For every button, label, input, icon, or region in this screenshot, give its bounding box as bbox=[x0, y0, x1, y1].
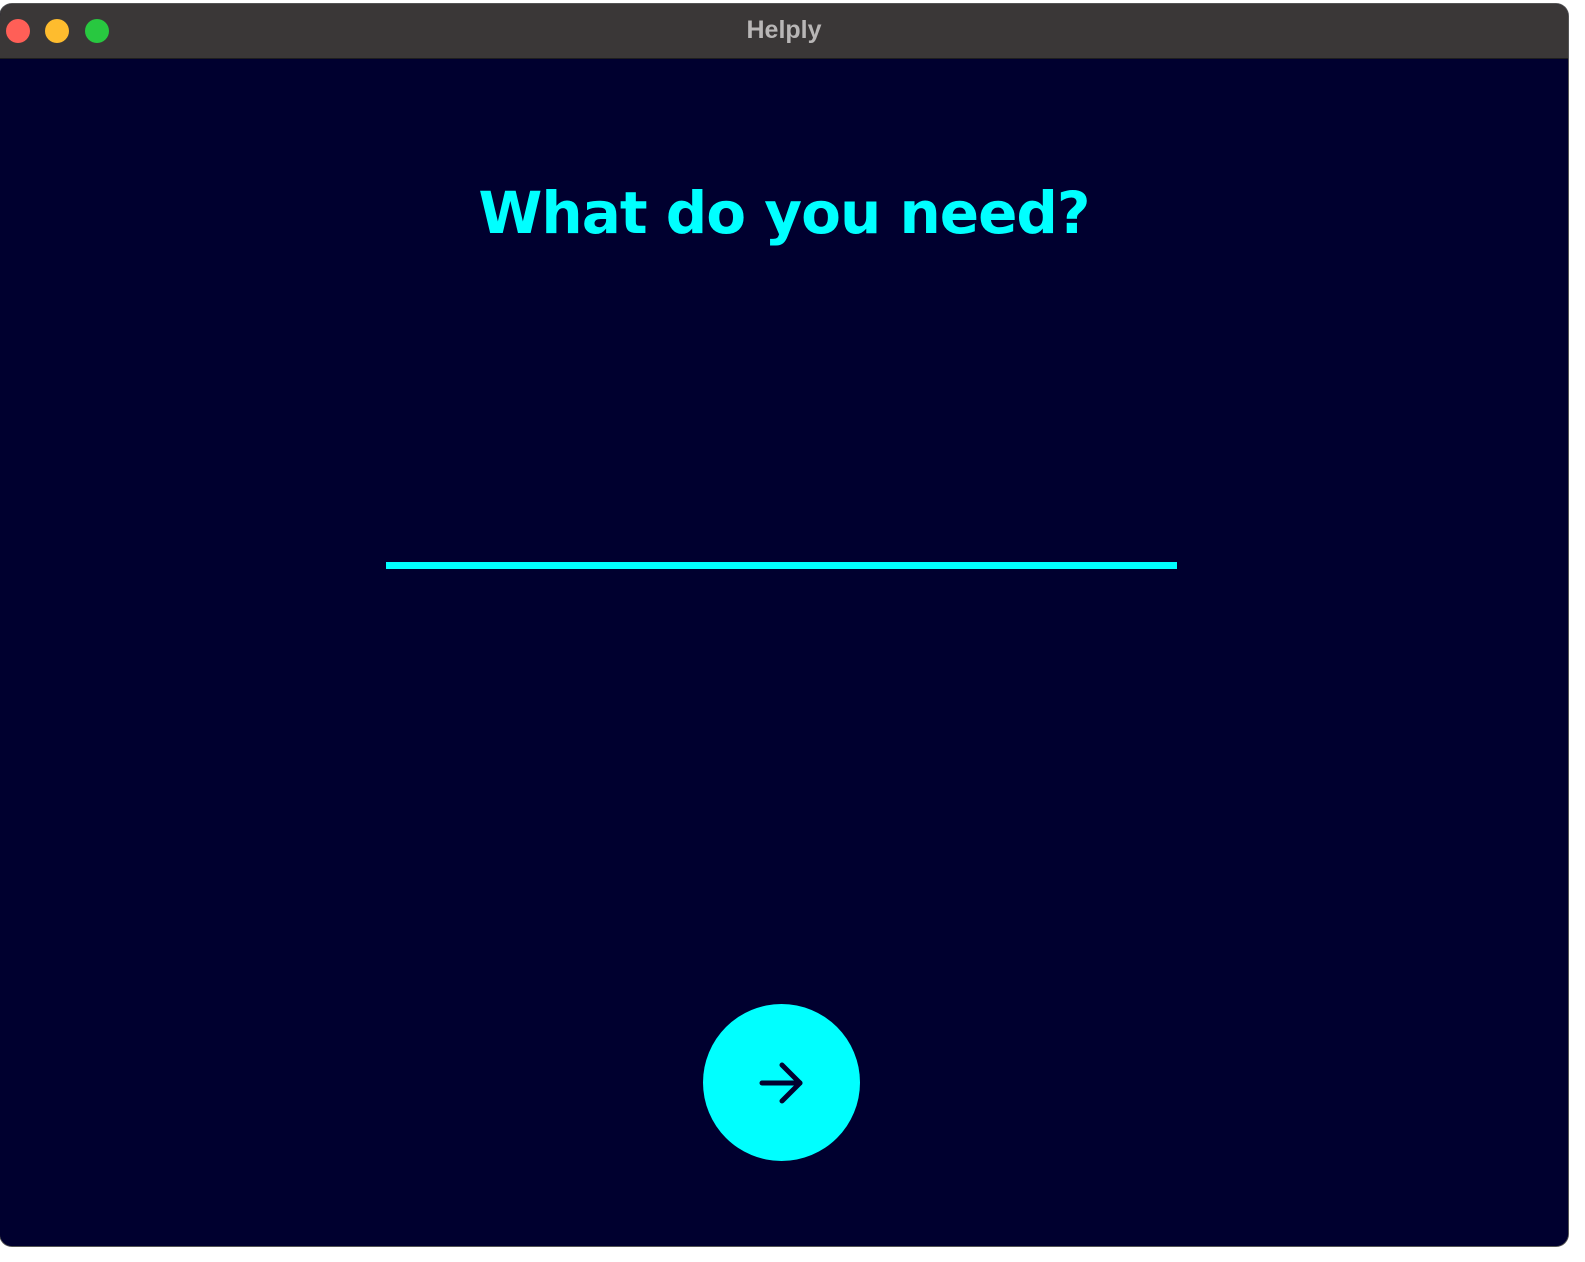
app-window: Helply What do you need? bbox=[0, 4, 1568, 1246]
arrow-right-icon bbox=[759, 1062, 802, 1103]
next-button[interactable] bbox=[703, 1004, 860, 1161]
question-heading: What do you need? bbox=[478, 179, 1090, 247]
title-bar[interactable]: Helply bbox=[0, 4, 1568, 59]
main-content: What do you need? bbox=[0, 59, 1568, 1246]
answer-input[interactable] bbox=[386, 499, 1177, 569]
window-title: Helply bbox=[746, 16, 822, 44]
